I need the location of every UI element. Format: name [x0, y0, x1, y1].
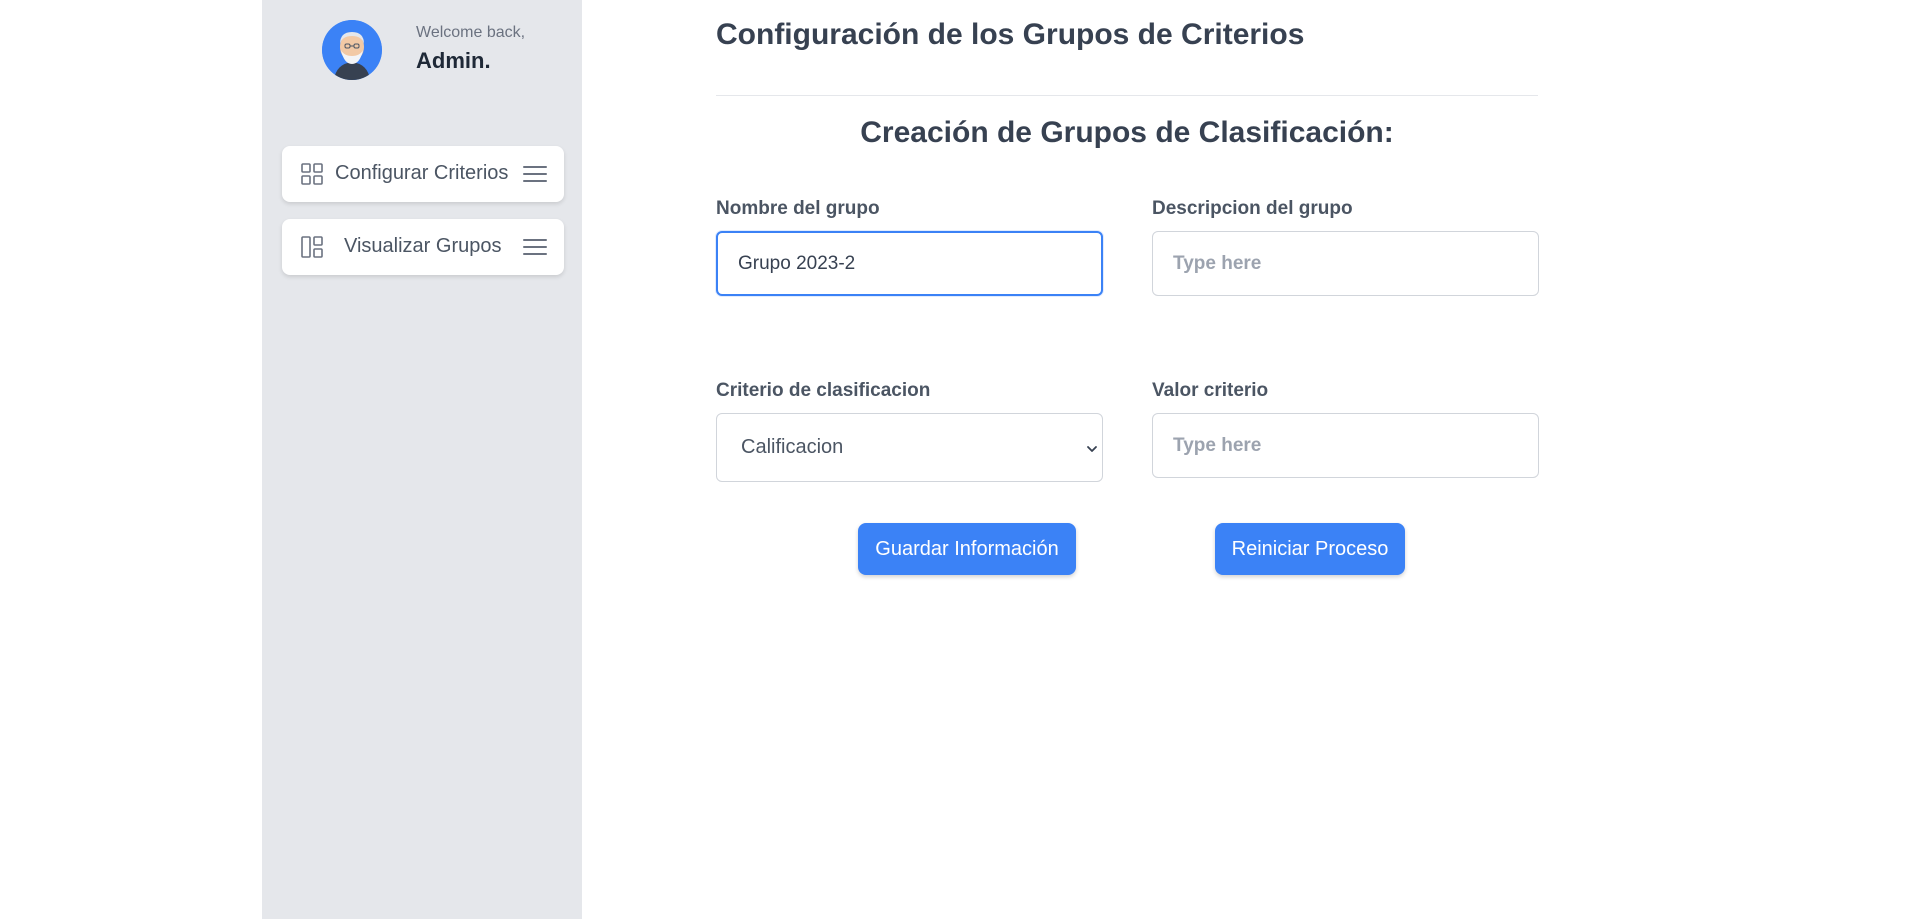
group-name-label: Nombre del grupo — [716, 198, 880, 219]
sidebar: Welcome back, Admin. Configurar Criterio… — [262, 0, 582, 919]
grid-icon — [300, 162, 324, 186]
avatar — [322, 20, 382, 80]
hamburger-menu-icon[interactable] — [522, 235, 548, 259]
criterion-select[interactable]: Calificacion — [716, 413, 1103, 482]
divider — [716, 95, 1538, 96]
chevron-down-icon — [1086, 442, 1098, 454]
criterion-label: Criterio de clasificacion — [716, 380, 931, 401]
criterion-value-label: Valor criterio — [1152, 380, 1269, 401]
layout-icon — [300, 235, 324, 259]
group-description-input[interactable] — [1152, 231, 1539, 296]
sidebar-item-label: Visualizar Grupos — [344, 235, 502, 257]
user-profile: Welcome back, Admin. — [322, 20, 562, 84]
sidebar-item-configurar-criterios[interactable]: Configurar Criterios — [282, 146, 564, 202]
reset-button[interactable]: Reiniciar Proceso — [1215, 523, 1405, 575]
page-title: Configuración de los Grupos de Criterios — [716, 18, 1305, 51]
avatar-illustration — [322, 20, 382, 80]
user-name: Admin. — [416, 48, 491, 73]
hamburger-menu-icon[interactable] — [522, 162, 548, 186]
sidebar-item-visualizar-grupos[interactable]: Visualizar Grupos — [282, 219, 564, 275]
criterion-selected-value: Calificacion — [741, 436, 844, 458]
group-description-label: Descripcion del grupo — [1152, 198, 1353, 219]
section-title: Creación de Grupos de Clasificación: — [860, 116, 1394, 149]
criterion-value-input[interactable] — [1152, 413, 1539, 478]
sidebar-item-label: Configurar Criterios — [335, 162, 509, 184]
save-button[interactable]: Guardar Información — [858, 523, 1076, 575]
main-content: Configuración de los Grupos de Criterios… — [716, 0, 1539, 919]
group-name-input[interactable] — [716, 231, 1103, 296]
welcome-text: Welcome back, — [416, 24, 526, 41]
